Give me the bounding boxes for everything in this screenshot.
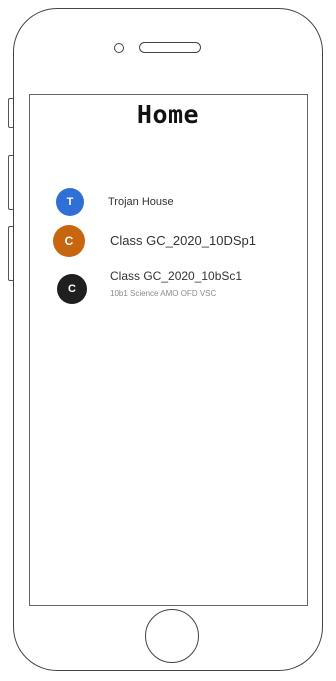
avatar-letter: C [64,234,74,248]
avatar: C [57,274,87,304]
phone-screen [29,94,308,606]
list-item-title: Class GC_2020_10DSp1 [110,233,256,248]
avatar: C [53,225,85,257]
speaker-grille [139,42,201,53]
list-item-subtitle: 10b1 Science AMO OFD VSC [110,289,217,298]
avatar-letter: C [68,283,76,295]
avatar: T [56,188,84,216]
phone-mockup: Home T Trojan House C Class GC_2020_10DS… [0,0,336,681]
avatar-letter: T [66,196,74,208]
list-item-title: Class GC_2020_10bSc1 [110,269,243,283]
front-camera [114,43,124,53]
list-item-title: Trojan House [108,196,174,208]
home-button[interactable] [145,609,199,663]
page-title: Home [136,100,200,129]
